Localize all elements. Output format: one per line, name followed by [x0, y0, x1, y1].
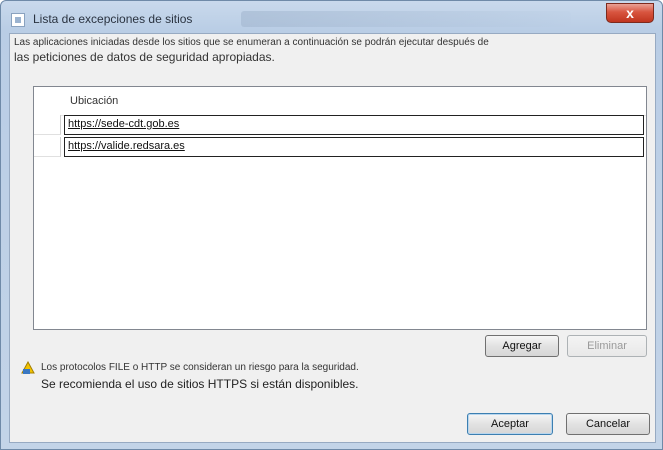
- accept-button[interactable]: Aceptar: [467, 413, 553, 435]
- add-button[interactable]: Agregar: [485, 335, 559, 357]
- row-selector[interactable]: [34, 137, 61, 157]
- table-header: Ubicación: [34, 87, 646, 116]
- table-row[interactable]: https://valide.redsara.es: [34, 137, 646, 157]
- location-cell[interactable]: https://valide.redsara.es: [64, 137, 644, 157]
- description-line-1: Las aplicaciones iniciadas desde los sit…: [14, 37, 489, 48]
- description-text: Las aplicaciones iniciadas desde los sit…: [14, 36, 644, 64]
- window-title: Lista de excepciones de sitios: [33, 12, 193, 26]
- java-app-icon: [11, 13, 25, 27]
- column-header-location[interactable]: Ubicación: [70, 95, 118, 107]
- remove-button[interactable]: Eliminar: [567, 335, 647, 357]
- title-bar[interactable]: Lista de excepciones de sitios x: [1, 1, 662, 35]
- warning-shield-icon: [21, 361, 35, 374]
- table-row[interactable]: https://sede-cdt.gob.es: [34, 115, 646, 135]
- description-line-2: las peticiones de datos de seguridad apr…: [14, 50, 275, 64]
- close-button[interactable]: x: [606, 3, 654, 23]
- warning-text-protocols: Los protocolos FILE o HTTP se consideran…: [41, 362, 359, 373]
- location-cell[interactable]: https://sede-cdt.gob.es: [64, 115, 644, 135]
- cancel-button[interactable]: Cancelar: [566, 413, 650, 435]
- title-glass-reflection: [241, 11, 571, 27]
- row-selector[interactable]: [34, 115, 61, 135]
- exception-site-list[interactable]: Ubicación https://sede-cdt.gob.es https:…: [33, 86, 647, 330]
- warning-text-https: Se recomienda el uso de sitios HTTPS si …: [41, 377, 359, 391]
- dialog-window: Lista de excepciones de sitios x Las apl…: [0, 0, 663, 450]
